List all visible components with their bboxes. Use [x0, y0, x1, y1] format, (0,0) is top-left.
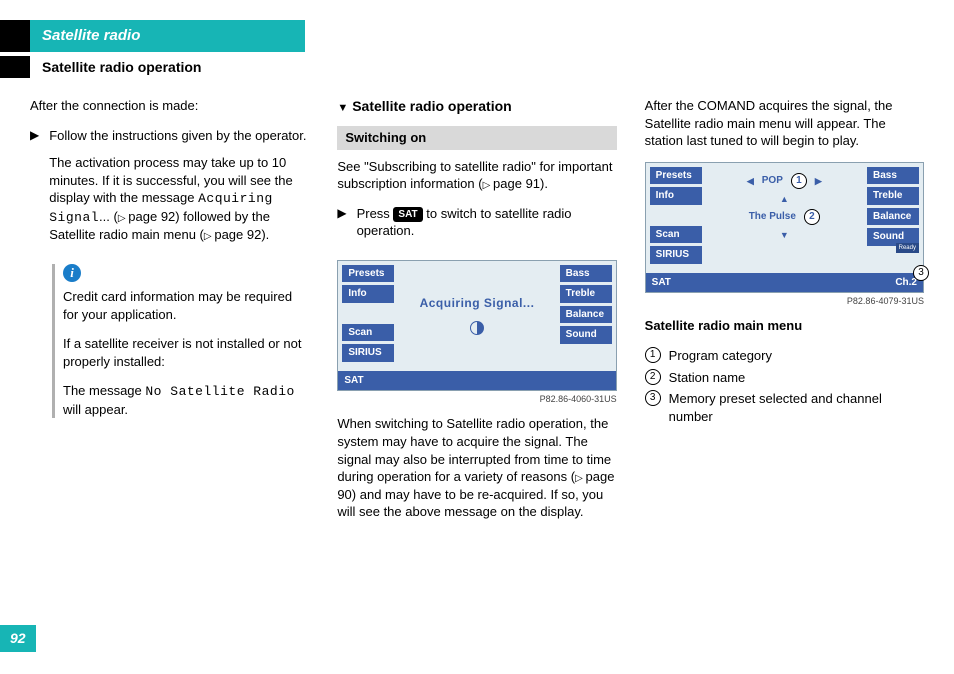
panel-btn-sirius: SIRIUS: [342, 344, 394, 362]
arrow-left-icon: ◀: [747, 175, 754, 187]
acquiring-signal-display: Acquiring Signal...: [394, 295, 559, 311]
col1-intro: After the connection is made:: [30, 97, 309, 115]
station-line: The Pulse 2: [702, 209, 867, 225]
switching-on-box: Switching on: [337, 126, 616, 150]
no-sat-radio-mono: No Satellite Radio: [145, 384, 294, 399]
panel-btn-bass: Bass: [560, 265, 612, 283]
panel-btn-bass: Bass: [867, 167, 919, 185]
section-subtitle: Satellite radio operation: [30, 56, 201, 79]
step-marker-icon: ▶: [337, 205, 346, 250]
press-sat-text: Press SAT to switch to satellite radio o…: [357, 205, 617, 240]
info-icon: i: [63, 264, 81, 282]
legend-callout-3: 3: [645, 390, 661, 406]
sat-button-pill: SAT: [393, 207, 422, 223]
info-msg-b: will appear.: [63, 402, 128, 417]
see-b: ).: [540, 176, 548, 191]
panel-btn-balance: Balance: [560, 306, 612, 324]
figure-id-1: P82.86-4060-31US: [337, 393, 616, 405]
info-note: i Credit card information may be require…: [52, 264, 309, 418]
arrow-down-icon: ▼: [702, 229, 867, 241]
step-follow: ▶ Follow the instructions given by the o…: [30, 127, 309, 254]
step-activation-detail: The activation process may take up to 10…: [49, 154, 309, 244]
subheader-accent: [0, 56, 30, 78]
page-columns: After the connection is made: ▶ Follow t…: [30, 97, 924, 533]
figure-id-2: P82.86-4079-31US: [645, 295, 924, 307]
panel-btn-sound: Sound: [560, 326, 612, 344]
panel-btn-sirius: SIRIUS: [650, 246, 702, 264]
panel-btn-balance: Balance: [867, 208, 919, 226]
explain-a: When switching to Satellite radio operat…: [337, 416, 611, 484]
legend-callout-2: 2: [645, 369, 661, 385]
legend: 1 Program category 2 Station name 3 Memo…: [645, 347, 924, 425]
chapter-title: Satellite radio: [30, 20, 305, 52]
callout-3: 3: [913, 265, 929, 281]
step-press-sat: ▶ Press SAT to switch to satellite radio…: [337, 205, 616, 250]
legend-text-1: Program category: [669, 347, 924, 365]
panel-gap: [650, 208, 702, 223]
legend-text-3: Memory preset selected and channel numbe…: [669, 390, 924, 425]
main-menu-caption: Satellite radio main menu: [645, 317, 924, 335]
page-number: 92: [0, 625, 36, 652]
page-ref-92b: page 92: [204, 227, 261, 242]
panel-gap: [342, 306, 394, 321]
col2-explain: When switching to Satellite radio operat…: [337, 415, 616, 520]
header-accent: [0, 20, 30, 52]
panel-footer-sat: SAT: [652, 276, 671, 290]
detail-d: ).: [261, 227, 269, 242]
category-line: ◀ POP 1 ▶: [702, 173, 867, 189]
col3-intro: After the COMAND acquires the signal, th…: [645, 97, 924, 150]
info-receiver: If a satellite receiver is not installed…: [63, 335, 309, 370]
panel-btn-info: Info: [342, 285, 394, 303]
detail-b: ... (: [99, 209, 118, 224]
info-msg-a: The message: [63, 383, 145, 398]
screenshot-main-menu: Presets Info Scan SIRIUS ◀ POP 1 ▶ ▲ T: [645, 162, 924, 294]
station-name: The Pulse: [749, 210, 796, 224]
explain-b: ) and may have to be re-acquired. If so,…: [337, 487, 603, 520]
column-1: After the connection is made: ▶ Follow t…: [30, 97, 309, 533]
see-subscribing: See "Subscribing to satellite radio" for…: [337, 158, 616, 193]
info-message: The message No Satellite Radio will appe…: [63, 382, 309, 418]
panel-btn-treble: Treble: [560, 285, 612, 303]
callout-2: 2: [804, 209, 820, 225]
info-credit-card: Credit card information may be required …: [63, 288, 309, 323]
see-a: See "Subscribing to satellite radio" for…: [337, 159, 612, 192]
screenshot-acquiring: Presets Info Scan SIRIUS Acquiring Signa…: [337, 260, 616, 392]
panel-btn-treble: Treble: [867, 187, 919, 205]
panel-footer-sat: SAT: [344, 374, 363, 388]
legend-text-2: Station name: [669, 369, 924, 387]
col2-heading: Satellite radio operation: [337, 97, 616, 116]
arrow-right-icon: ▶: [815, 175, 822, 187]
panel-btn-presets: Presets: [342, 265, 394, 283]
spinner-icon: [470, 321, 484, 335]
legend-callout-1: 1: [645, 347, 661, 363]
section-subheader: Satellite radio operation: [0, 56, 924, 79]
callout-1: 1: [791, 173, 807, 189]
column-2: Satellite radio operation Switching on S…: [337, 97, 616, 533]
step-follow-text: Follow the instructions given by the ope…: [49, 127, 309, 145]
category-pop: POP: [762, 174, 783, 188]
panel-btn-scan: Scan: [650, 226, 702, 244]
column-3: After the COMAND acquires the signal, th…: [645, 97, 924, 533]
chapter-header: Satellite radio: [0, 20, 924, 52]
panel-btn-presets: Presets: [650, 167, 702, 185]
page-ref-91: page 91: [483, 176, 540, 191]
page-ref-92a: page 92: [118, 209, 175, 224]
press-a: Press: [357, 206, 394, 221]
panel-btn-info: Info: [650, 187, 702, 205]
panel-btn-scan: Scan: [342, 324, 394, 342]
ready-badge: Ready: [896, 243, 919, 253]
step-marker-icon: ▶: [30, 127, 39, 254]
arrow-up-icon: ▲: [702, 193, 867, 205]
